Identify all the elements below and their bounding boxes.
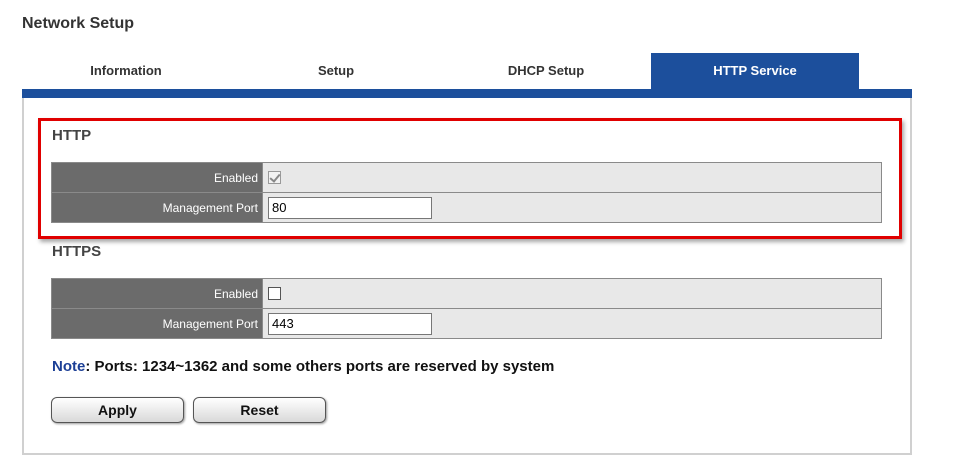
https-settings-table: Enabled Management Port xyxy=(51,278,882,339)
http-enabled-row: Enabled xyxy=(51,162,882,193)
https-port-row: Management Port xyxy=(51,308,882,339)
page-title: Network Setup xyxy=(22,15,135,32)
tab-http-service[interactable]: HTTP Service xyxy=(651,53,859,89)
https-enabled-row: Enabled xyxy=(51,278,882,309)
tab-information[interactable]: Information xyxy=(22,53,230,89)
https-enabled-checkbox[interactable] xyxy=(268,286,281,300)
http-enabled-checkbox[interactable] xyxy=(268,170,281,184)
tab-underline xyxy=(22,89,912,98)
apply-button[interactable]: Apply xyxy=(51,397,184,423)
https-enabled-label: Enabled xyxy=(51,278,263,309)
http-port-label: Management Port xyxy=(51,192,263,223)
http-enabled-label: Enabled xyxy=(51,162,263,193)
tab-dhcp-setup[interactable]: DHCP Setup xyxy=(442,53,650,89)
http-settings-table: Enabled Management Port xyxy=(51,162,882,223)
https-port-label: Management Port xyxy=(51,308,263,339)
reserved-ports-note: Note: Ports: 1234~1362 and some others p… xyxy=(52,358,554,375)
https-port-input[interactable] xyxy=(268,312,432,335)
tab-bar: Information Setup DHCP Setup HTTP Servic… xyxy=(22,53,912,89)
http-port-input[interactable] xyxy=(268,196,432,219)
tab-setup[interactable]: Setup xyxy=(232,53,440,89)
note-text: : Ports: 1234~1362 and some others ports… xyxy=(85,358,555,375)
https-section-title: HTTPS xyxy=(52,243,102,260)
http-port-row: Management Port xyxy=(51,192,882,223)
http-section-title: HTTP xyxy=(52,127,92,144)
note-label: Note xyxy=(52,358,86,375)
reset-button[interactable]: Reset xyxy=(193,397,326,423)
